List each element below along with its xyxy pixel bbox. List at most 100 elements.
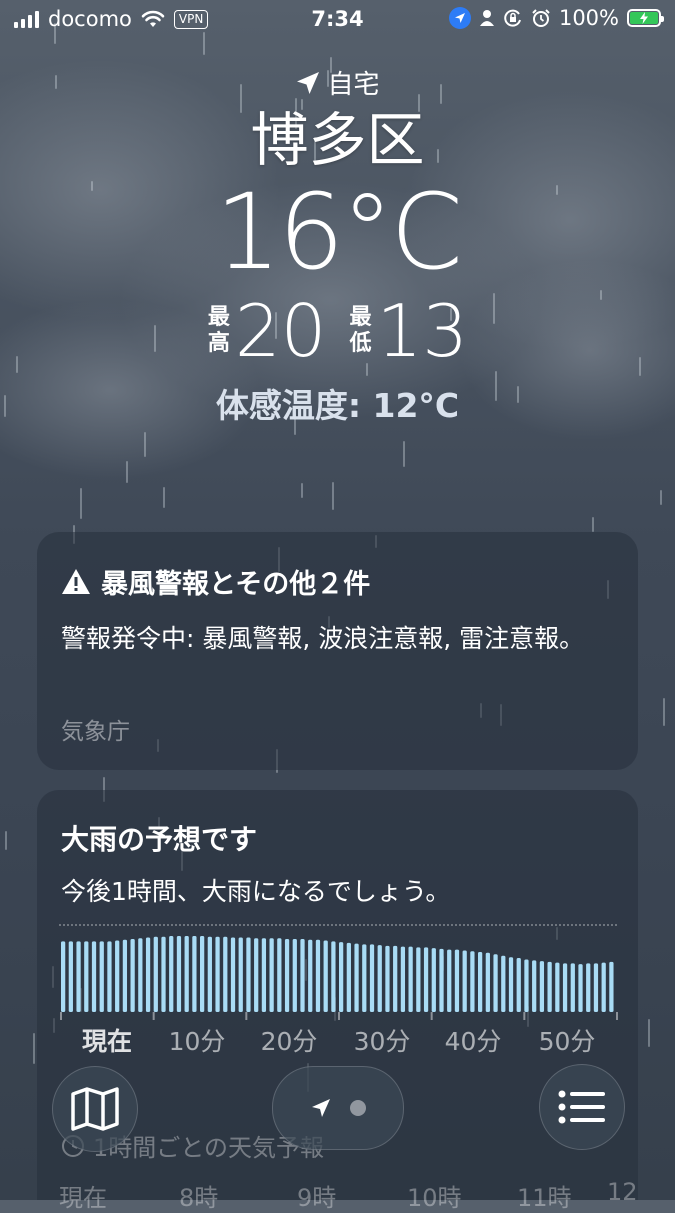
precip-bar bbox=[284, 939, 290, 1012]
weather-alert-card[interactable]: 暴風警報とその他２件 警報発令中: 暴風警報, 波浪注意報, 雷注意報。 気象庁 bbox=[37, 532, 638, 770]
precip-bar bbox=[161, 936, 166, 1012]
precip-bar bbox=[277, 938, 282, 1012]
precip-bar bbox=[346, 942, 351, 1012]
precip-bar bbox=[593, 963, 599, 1012]
low-label: 最低 bbox=[349, 305, 372, 356]
precip-bar bbox=[99, 941, 104, 1012]
precip-bar bbox=[369, 944, 375, 1012]
rain-streak bbox=[163, 487, 165, 508]
chart-top-line bbox=[59, 924, 617, 926]
rain-streak bbox=[648, 1019, 650, 1047]
precip-bar bbox=[76, 941, 81, 1012]
battery-percentage: 100% bbox=[558, 6, 619, 30]
precip-bar bbox=[230, 937, 236, 1012]
location-arrow-icon bbox=[297, 71, 320, 94]
precip-bar bbox=[184, 936, 189, 1012]
current-temperature: 16°C bbox=[215, 171, 463, 293]
high-low-temperature: 最高 20 最低 13 bbox=[0, 291, 675, 371]
charging-bolt-icon bbox=[640, 12, 648, 24]
precip-bar bbox=[447, 949, 452, 1012]
precip-bar bbox=[61, 941, 66, 1012]
precip-bar bbox=[192, 936, 197, 1012]
precip-bar bbox=[331, 941, 336, 1012]
precip-bar bbox=[454, 949, 460, 1012]
precip-bar bbox=[138, 938, 143, 1012]
precip-title: 大雨の予想です bbox=[61, 823, 258, 856]
precip-bar bbox=[362, 944, 367, 1012]
hour-label: 10時 bbox=[407, 1184, 462, 1212]
hour-label: 現在 bbox=[59, 1184, 107, 1212]
precip-bar bbox=[145, 937, 151, 1012]
precip-bar bbox=[215, 936, 220, 1012]
precip-bar bbox=[91, 941, 97, 1012]
hour-label: 12 bbox=[607, 1178, 638, 1206]
precip-subtitle: 今後1時間、大雨になるでしょう。 bbox=[61, 877, 451, 906]
precip-bar bbox=[578, 964, 583, 1012]
list-icon bbox=[558, 1090, 605, 1124]
feels-like: 体感温度: 12°C bbox=[215, 386, 460, 425]
precip-bar bbox=[470, 951, 475, 1012]
precip-bar bbox=[462, 950, 467, 1012]
battery-icon bbox=[627, 9, 664, 27]
location-pager[interactable] bbox=[272, 1066, 404, 1150]
rain-streak bbox=[144, 432, 146, 457]
axis-label: 30分 bbox=[353, 1027, 411, 1056]
map-button[interactable] bbox=[52, 1066, 138, 1152]
precip-bar bbox=[601, 962, 606, 1012]
precip-bar bbox=[532, 960, 537, 1012]
precip-bar bbox=[323, 940, 328, 1012]
alert-title: 暴風警報とその他２件 bbox=[101, 569, 371, 600]
precip-bar bbox=[393, 945, 398, 1012]
rotation-lock-icon bbox=[504, 9, 521, 27]
precip-bar bbox=[609, 961, 614, 1012]
axis-label: 50分 bbox=[538, 1027, 596, 1056]
precip-bar bbox=[485, 952, 490, 1012]
precip-bar bbox=[238, 937, 243, 1012]
precip-bar bbox=[200, 936, 205, 1012]
axis-label: 20分 bbox=[260, 1027, 318, 1056]
precip-bar bbox=[377, 945, 382, 1012]
precip-bar bbox=[431, 948, 436, 1012]
precip-bar bbox=[524, 959, 529, 1012]
location-label-text: 自宅 bbox=[327, 70, 380, 100]
precip-bar bbox=[555, 962, 560, 1012]
precip-bar bbox=[501, 955, 506, 1012]
hour-label: 11時 bbox=[517, 1184, 572, 1212]
precip-bar bbox=[354, 943, 359, 1012]
precip-bar bbox=[292, 939, 297, 1012]
alert-body: 警報発令中: 暴風警報, 波浪注意報, 雷注意報。 bbox=[61, 624, 585, 653]
rain-streak bbox=[403, 441, 405, 467]
precip-bar bbox=[570, 963, 575, 1012]
precip-bar bbox=[169, 936, 174, 1012]
location-list-button[interactable] bbox=[539, 1064, 625, 1150]
rain-streak bbox=[5, 831, 7, 850]
precip-bar bbox=[385, 945, 390, 1012]
precip-bar bbox=[223, 936, 228, 1012]
page-dot[interactable] bbox=[350, 1100, 366, 1116]
precip-bar bbox=[547, 961, 552, 1012]
axis-label: 40分 bbox=[444, 1027, 502, 1056]
rain-streak bbox=[592, 517, 594, 532]
person-icon bbox=[479, 10, 494, 26]
precip-bar bbox=[269, 938, 274, 1012]
precip-bar bbox=[122, 939, 128, 1012]
axis-label: 10分 bbox=[168, 1027, 226, 1056]
precip-bar bbox=[84, 941, 89, 1012]
precip-bar bbox=[315, 939, 321, 1012]
current-location-page-icon[interactable] bbox=[310, 1097, 332, 1119]
location-services-icon bbox=[448, 7, 471, 29]
high-label: 最高 bbox=[207, 305, 230, 356]
rain-streak bbox=[332, 482, 334, 510]
precip-bar bbox=[207, 936, 212, 1012]
map-icon bbox=[71, 1087, 119, 1131]
weather-header: 自宅 博多区 16°C 最高 20 最低 13 体感温度: 12°C bbox=[0, 64, 675, 427]
precip-bar bbox=[562, 963, 568, 1012]
low-value: 13 bbox=[376, 289, 469, 373]
alarm-icon bbox=[532, 9, 550, 27]
rain-streak bbox=[301, 483, 303, 498]
precip-bar bbox=[478, 951, 483, 1012]
rain-streak bbox=[663, 698, 665, 726]
status-bar: docomo VPN 7:34 100% bbox=[0, 0, 675, 40]
rain-streak bbox=[80, 488, 82, 519]
warning-icon bbox=[62, 569, 90, 594]
